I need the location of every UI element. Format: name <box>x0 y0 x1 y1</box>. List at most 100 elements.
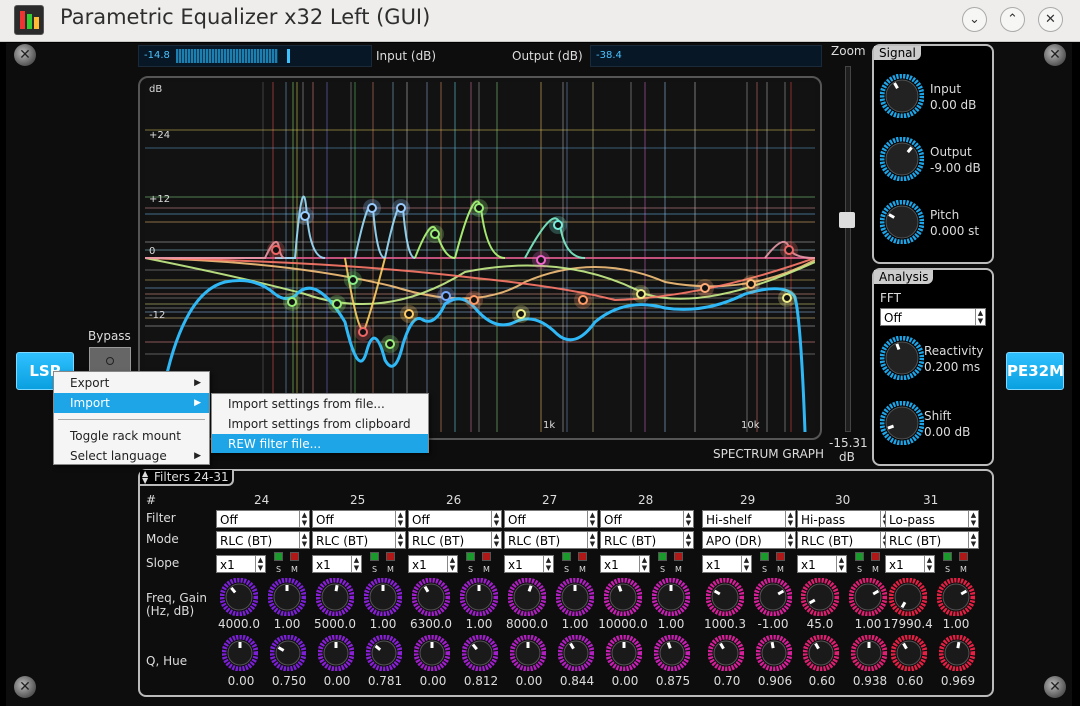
filter-slope-select[interactable]: x1 ▲ ▼ <box>702 555 752 573</box>
freq-knob[interactable] <box>604 578 642 616</box>
mute-button[interactable] <box>290 552 299 561</box>
filter-slope-select[interactable]: x1 ▲ ▼ <box>600 555 650 573</box>
analysis-knob[interactable] <box>880 336 924 380</box>
filter-slope-select[interactable]: x1 ▲ ▼ <box>504 555 554 573</box>
filter-type-select[interactable]: Hi-shelf ▲ ▼ <box>702 510 796 528</box>
solo-button[interactable] <box>274 552 283 561</box>
gain-knob[interactable] <box>268 578 306 616</box>
solo-button[interactable] <box>562 552 571 561</box>
gain-knob[interactable] <box>364 578 402 616</box>
freq-knob[interactable] <box>706 578 744 616</box>
mute-button[interactable] <box>386 552 395 561</box>
hue-knob[interactable] <box>939 635 975 671</box>
filter-slope-select[interactable]: x1 ▲ ▼ <box>797 555 847 573</box>
hue-knob[interactable] <box>851 635 887 671</box>
solo-button[interactable] <box>943 552 952 561</box>
filter-group-selector[interactable]: ▲ ▼ Filters 24-31 <box>140 470 234 486</box>
spectrum-graph[interactable]: dB +24 +12 0 -12 1k 10k <box>145 82 815 432</box>
gain-knob[interactable] <box>460 578 498 616</box>
gain-knob[interactable] <box>556 578 594 616</box>
filter-number: 31 <box>923 493 939 507</box>
menu-item-import-clipboard[interactable]: Import settings from clipboard <box>212 414 428 434</box>
hue-knob[interactable] <box>654 635 690 671</box>
filter-mode-select[interactable]: RLC (BT)▲▼ <box>600 531 694 549</box>
zoom-slider-handle[interactable] <box>839 212 855 228</box>
mute-button[interactable] <box>871 552 880 561</box>
q-knob[interactable] <box>708 635 744 671</box>
filter-mode-select[interactable]: RLC (BT)▲▼ <box>885 531 979 549</box>
signal-knob[interactable] <box>880 137 924 181</box>
pe32m-logo-button[interactable]: PE32M <box>1006 352 1064 390</box>
freq-knob[interactable] <box>508 578 546 616</box>
q-knob[interactable] <box>803 635 839 671</box>
filter-mode-select[interactable]: RLC (BT)▲▼ <box>312 531 406 549</box>
mute-button[interactable] <box>482 552 491 561</box>
close-button[interactable]: ✕ <box>1038 7 1063 32</box>
freq-knob[interactable] <box>316 578 354 616</box>
filter-mode-value: RLC (BT) <box>889 534 942 548</box>
filter-type-select[interactable]: Hi-pass▲▼ <box>797 510 891 528</box>
menu-item-import[interactable]: Import ▶ <box>54 393 209 413</box>
gain-knob[interactable] <box>849 578 887 616</box>
filter-type-select[interactable]: Off ▲ ▼ <box>312 510 406 528</box>
hue-knob[interactable] <box>462 635 498 671</box>
hue-knob[interactable] <box>756 635 792 671</box>
mute-button[interactable] <box>578 552 587 561</box>
filter-type-select[interactable]: Lo-pass ▲ ▼ <box>885 510 979 528</box>
filter-type-select[interactable]: Off ▲ ▼ <box>216 510 310 528</box>
menu-item-rew-file[interactable]: REW filter file... <box>212 434 428 453</box>
filter-type-select[interactable]: Off ▲ ▼ <box>600 510 694 528</box>
q-knob[interactable] <box>222 635 258 671</box>
freq-knob[interactable] <box>801 578 839 616</box>
gain-knob[interactable] <box>652 578 690 616</box>
analysis-knob[interactable] <box>880 401 924 445</box>
filter-slope-select[interactable]: x1 ▲ ▼ <box>312 555 362 573</box>
filter-mode-select[interactable]: RLC (BT)▲▼ <box>797 531 891 549</box>
filter-slope-select[interactable]: x1 ▲ ▼ <box>216 555 266 573</box>
filter-mode-select[interactable]: RLC (BT)▲▼ <box>216 531 310 549</box>
filter-mode-select[interactable]: RLC (BT)▲▼ <box>408 531 502 549</box>
hue-knob[interactable] <box>558 635 594 671</box>
q-knob[interactable] <box>891 635 927 671</box>
filter-mode-select[interactable]: RLC (BT)▲▼ <box>504 531 598 549</box>
solo-button[interactable] <box>466 552 475 561</box>
filter-slope-select[interactable]: x1 ▲ ▼ <box>885 555 935 573</box>
q-knob[interactable] <box>510 635 546 671</box>
mute-button[interactable] <box>776 552 785 561</box>
q-knob[interactable] <box>606 635 642 671</box>
signal-knob[interactable] <box>880 74 924 118</box>
maximize-button[interactable]: ⌃ <box>1000 7 1025 32</box>
menu-item-toggle-rack[interactable]: Toggle rack mount <box>54 426 209 446</box>
solo-label: S <box>857 565 863 574</box>
q-knob[interactable] <box>414 635 450 671</box>
minimize-button[interactable]: ⌄ <box>962 7 987 32</box>
freq-knob[interactable] <box>889 578 927 616</box>
gain-knob[interactable] <box>754 578 792 616</box>
freq-knob[interactable] <box>220 578 258 616</box>
gain-knob[interactable] <box>937 578 975 616</box>
filter-type-value: Lo-pass <box>889 513 935 527</box>
filter-handle <box>300 211 310 221</box>
solo-button[interactable] <box>855 552 864 561</box>
filter-slope-select[interactable]: x1 ▲ ▼ <box>408 555 458 573</box>
filter-type-select[interactable]: Off ▲ ▼ <box>408 510 502 528</box>
solo-button[interactable] <box>658 552 667 561</box>
freq-knob[interactable] <box>412 578 450 616</box>
chevron-updown-icon: ▲▼ <box>785 511 795 527</box>
hue-knob[interactable] <box>270 635 306 671</box>
solo-button[interactable] <box>370 552 379 561</box>
mute-button[interactable] <box>674 552 683 561</box>
menu-item-import-file[interactable]: Import settings from file... <box>212 394 428 414</box>
menu-item-select-language[interactable]: Select language ▶ <box>54 446 209 466</box>
hue-knob[interactable] <box>366 635 402 671</box>
filter-type-select[interactable]: Off ▲ ▼ <box>504 510 598 528</box>
solo-button[interactable] <box>760 552 769 561</box>
fft-select[interactable]: Off ▲ ▼ <box>880 308 986 326</box>
analysis-knob-value: 0.00 dB <box>924 425 971 439</box>
mute-button[interactable] <box>959 552 968 561</box>
signal-knob[interactable] <box>880 200 924 244</box>
zoom-slider-track[interactable] <box>845 66 851 432</box>
filter-mode-select[interactable]: APO (DR) ▲ ▼ <box>702 531 796 549</box>
q-knob[interactable] <box>318 635 354 671</box>
menu-item-export[interactable]: Export ▶ <box>54 373 209 393</box>
